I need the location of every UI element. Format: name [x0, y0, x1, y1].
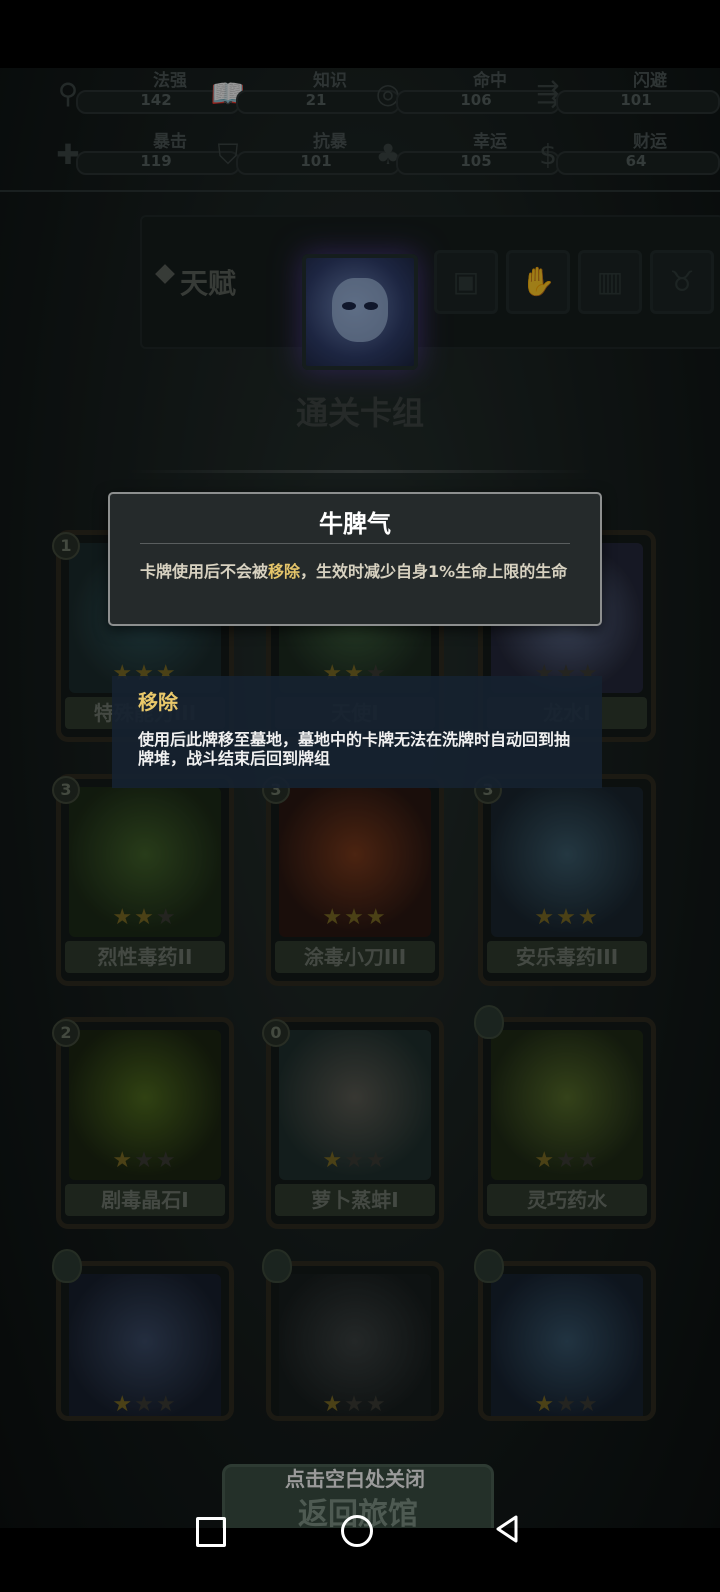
star-icon: ★ [556, 905, 578, 930]
card-cost: 0 [262, 1019, 290, 1047]
card-name: 涂毒小刀III [275, 941, 435, 973]
star-icon: ★ [365, 1148, 388, 1173]
potion-icon [52, 1249, 82, 1283]
star-icon: ★ [134, 1392, 156, 1417]
star-icon: ★ [365, 905, 388, 930]
card-name: 烈性毒药II [65, 941, 225, 973]
deck-title: 通关卡组 [295, 394, 424, 432]
star-icon: ★ [344, 905, 366, 930]
star-icon: ★ [322, 905, 345, 930]
game-screen[interactable]: ⚲ 法强 142 📖 知识 21 ◎ 命中 106 ⇶ 闪避 101 ✚ 暴击 … [0, 0, 720, 1592]
deck-card[interactable]: ★★★ [478, 1261, 656, 1421]
talent-slot-3[interactable]: ▥ [578, 250, 642, 314]
card-stars: ★★★ [61, 1392, 229, 1417]
recent-apps-button[interactable] [196, 1517, 226, 1547]
stat-accuracy: ◎ 命中 106 [366, 66, 560, 126]
divider [0, 190, 720, 192]
tooltip-divider [140, 543, 570, 544]
talent-slot-2[interactable]: ✋ [506, 250, 570, 314]
star-icon: ★ [577, 905, 600, 930]
star-icon: ★ [134, 1148, 156, 1173]
tooltip-description: 卡牌使用后不会被移除，生效时减少自身1%生命上限的生命 [140, 562, 568, 581]
talent-icon-bull-temper[interactable] [302, 254, 418, 370]
star-icon: ★ [344, 1392, 366, 1417]
card-stars: ★★★ [271, 1148, 439, 1173]
piano-icon: ▥ [596, 265, 624, 298]
deck-card[interactable]: ★★★ 剧毒晶石I [56, 1017, 234, 1229]
card-stars: ★★★ [271, 905, 439, 930]
star-icon: ★ [112, 1392, 135, 1417]
card-name: 灵巧药水 [487, 1184, 647, 1216]
stat-crit-resist: ⛉ 抗暴 101 [206, 127, 400, 187]
stat-crit: ✚ 暴击 119 [46, 127, 240, 187]
star-icon: ★ [112, 1148, 135, 1173]
hand-icon: ✋ [520, 265, 556, 298]
status-bar [0, 0, 720, 68]
card-cost: 3 [52, 776, 80, 804]
star-icon: ★ [322, 1392, 345, 1417]
stat-luck: ♣ 幸运 105 [366, 127, 560, 187]
keyword-tooltip: 移除 使用后此牌移至墓地，墓地中的卡牌无法在洗牌时自动回到抽牌堆，战斗结束后回到… [112, 676, 602, 788]
star-icon: ★ [155, 1392, 178, 1417]
card-stars: ★★★ [483, 1148, 651, 1173]
stat-magic: ⚲ 法强 142 [46, 66, 240, 126]
stat-dodge: ⇶ 闪避 101 [526, 66, 720, 126]
star-icon: ★ [577, 1148, 600, 1173]
potion-icon [474, 1005, 504, 1039]
card-name: 萝卜蒸蚌I [275, 1184, 435, 1216]
star-icon: ★ [155, 905, 178, 930]
stat-knowledge: 📖 知识 21 [206, 66, 400, 126]
card-cost: 1 [52, 532, 80, 560]
demon-face-icon [332, 278, 388, 342]
box-icon: ▣ [452, 265, 480, 298]
star-icon: ★ [322, 1148, 345, 1173]
talent-tooltip: 牛脾气 卡牌使用后不会被移除，生效时减少自身1%生命上限的生命 [108, 492, 602, 626]
back-button[interactable] [494, 1514, 520, 1544]
tooltip-title: 牛脾气 [319, 510, 391, 538]
home-button[interactable] [341, 1515, 373, 1547]
star-icon: ★ [534, 905, 557, 930]
card-stars: ★★★ [61, 905, 229, 930]
card-stars: ★★★ [483, 905, 651, 930]
stat-wealth: $ 财运 64 [526, 127, 720, 187]
card-stars: ★★★ [271, 1392, 439, 1417]
potion-icon [262, 1249, 292, 1283]
star-icon: ★ [534, 1148, 557, 1173]
star-icon: ★ [577, 1392, 600, 1417]
deck-card[interactable]: ★★★ [266, 1261, 444, 1421]
deck-card[interactable]: ★★★ 灵巧药水 [478, 1017, 656, 1229]
bull-icon: ♉ [669, 265, 695, 298]
star-icon: ★ [155, 1148, 178, 1173]
deck-card[interactable]: ★★★ 安乐毒药III [478, 774, 656, 986]
deck-card[interactable]: ★★★ 萝卜蒸蚌I [266, 1017, 444, 1229]
card-stars: ★★★ [483, 1392, 651, 1417]
potion-icon [474, 1249, 504, 1283]
talent-label: 天赋 [180, 267, 237, 300]
star-icon: ★ [112, 905, 135, 930]
star-icon: ★ [534, 1392, 557, 1417]
card-cost: 2 [52, 1019, 80, 1047]
card-name: 剧毒晶石I [65, 1184, 225, 1216]
card-stars: ★★★ [61, 1148, 229, 1173]
talent-slot-1[interactable]: ▣ [434, 250, 498, 314]
star-icon: ★ [365, 1392, 388, 1417]
deck-card[interactable]: ★★★ 涂毒小刀III [266, 774, 444, 986]
star-icon: ★ [344, 1148, 366, 1173]
divider [130, 470, 590, 473]
talent-slot-4[interactable]: ♉ [650, 250, 714, 314]
star-icon: ★ [556, 1148, 578, 1173]
star-icon: ★ [134, 905, 156, 930]
card-name: 安乐毒药III [487, 941, 647, 973]
tooltip-keyword[interactable]: 移除 [268, 562, 300, 581]
deck-card[interactable]: ★★★ [56, 1261, 234, 1421]
deck-card[interactable]: ★★★ 烈性毒药II [56, 774, 234, 986]
close-hint: 点击空白处关闭 [285, 1467, 425, 1491]
star-icon: ★ [556, 1392, 578, 1417]
keyword-title: 移除 [138, 690, 178, 714]
keyword-description: 使用后此牌移至墓地，墓地中的卡牌无法在洗牌时自动回到抽牌堆，战斗结束后回到牌组 [138, 730, 571, 768]
